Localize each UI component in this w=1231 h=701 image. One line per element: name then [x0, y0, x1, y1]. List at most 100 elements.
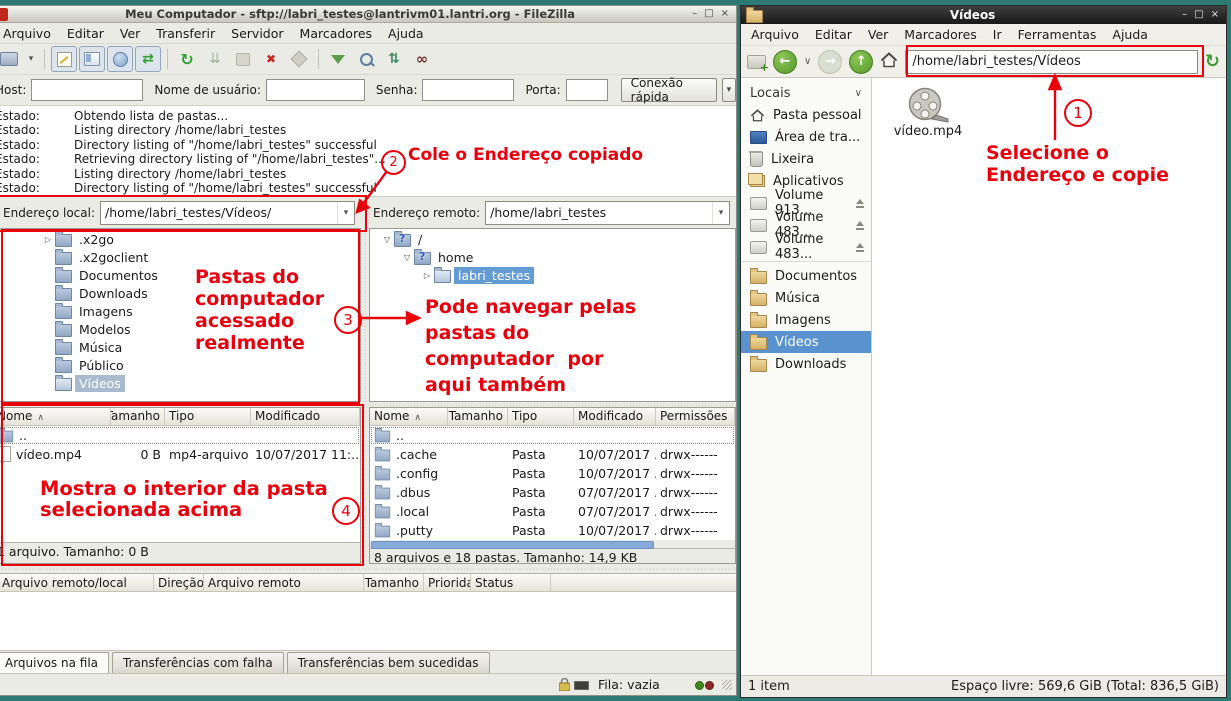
menu-editar[interactable]: Editar	[807, 25, 860, 44]
menu-ferramentas[interactable]: Ferramentas	[1010, 25, 1105, 44]
menu-arquivo[interactable]: Arquivo	[743, 25, 807, 44]
sidebar-item-pasta-pessoal[interactable]: Pasta pessoal	[741, 104, 871, 126]
menu-marcadores[interactable]: Marcadores	[292, 24, 381, 43]
password-input[interactable]	[422, 79, 514, 101]
disconnect-button[interactable]	[286, 46, 312, 72]
column-header-tipo[interactable]: Tipo	[165, 408, 251, 425]
tab-transferencias-bem-sucedidas[interactable]: Transferências bem sucedidas	[287, 652, 490, 673]
close-button[interactable]: ×	[721, 9, 729, 19]
sidebar-item-volume-483-b[interactable]: Volume 483...	[741, 236, 871, 258]
tree-item[interactable]: Música	[0, 339, 360, 357]
sidebar-item-videos[interactable]: Vídeos	[741, 331, 871, 353]
file-row[interactable]: .cache Pasta 10/07/2017 ...drwx------	[370, 445, 735, 464]
chevron-down-icon[interactable]	[712, 202, 729, 224]
home-icon[interactable]	[880, 52, 898, 72]
scrollbar-thumb[interactable]	[371, 541, 654, 549]
tree-item-selected[interactable]: ▷labri_testes	[370, 267, 735, 285]
history-dropdown-icon[interactable]	[804, 56, 811, 67]
preserve-timestamps-button[interactable]	[230, 46, 256, 72]
menu-arquivo[interactable]: Arquivo	[0, 24, 59, 43]
maximize-button[interactable]: □	[704, 9, 713, 19]
toggle-message-log-button[interactable]	[51, 46, 77, 72]
menu-marcadores[interactable]: Marcadores	[896, 25, 985, 44]
tree-item[interactable]: Documentos	[0, 267, 360, 285]
site-manager-dropdown[interactable]	[24, 48, 38, 70]
queue-column-arquivo-remoto-local[interactable]: Arquivo remoto/local	[0, 574, 154, 591]
sidebar-item-area-de-trabalho[interactable]: Área de tra...	[741, 126, 871, 148]
eject-icon[interactable]	[855, 199, 866, 208]
expand-icon[interactable]: ▷	[41, 235, 55, 244]
queue-column-status[interactable]: Status	[471, 574, 551, 591]
column-header-nome[interactable]: Nome	[370, 408, 448, 425]
tree-item[interactable]: Imagens	[0, 303, 360, 321]
file-row-parent[interactable]: ..	[370, 426, 735, 445]
back-button[interactable]	[773, 50, 797, 74]
tree-item[interactable]: .x2goclient	[0, 249, 360, 267]
queue-splitter[interactable]	[0, 564, 736, 573]
sidebar-item-documentos[interactable]: Documentos	[741, 265, 871, 287]
cancel-operation-button[interactable]	[258, 46, 284, 72]
menu-editar[interactable]: Editar	[59, 24, 112, 43]
remote-address-combo[interactable]: /home/labri_testes	[485, 201, 730, 225]
chevron-down-icon[interactable]	[337, 202, 354, 224]
file-row[interactable]: .local Pasta 07/07/2017 ...drwx------	[370, 502, 735, 521]
collapse-icon[interactable]: ▽	[400, 253, 414, 262]
expand-icon[interactable]: ▷	[420, 271, 434, 280]
file-row[interactable]: .putty Pasta 10/07/2017 ...drwx------	[370, 521, 735, 540]
find-files-button[interactable]	[409, 46, 435, 72]
port-input[interactable]	[566, 79, 608, 101]
tree-item[interactable]: ▷.x2go	[0, 231, 360, 249]
eject-icon[interactable]	[855, 221, 866, 230]
vertical-splitter[interactable]	[361, 197, 369, 564]
minimize-button[interactable]: –	[1182, 10, 1187, 20]
menu-ajuda[interactable]: Ajuda	[380, 24, 432, 43]
filter-button[interactable]	[325, 46, 351, 72]
tree-item[interactable]: ▽/	[370, 231, 735, 249]
sidebar-item-lixeira[interactable]: Lixeira	[741, 148, 871, 170]
file-view[interactable]: vídeo.mp4	[872, 78, 1226, 675]
tree-item[interactable]: Downloads	[0, 285, 360, 303]
refresh-icon[interactable]	[1205, 51, 1220, 72]
queue-column-prioridade[interactable]: Prioridade	[424, 574, 471, 591]
collapse-icon[interactable]: ▽	[380, 235, 394, 244]
new-tab-icon[interactable]	[747, 55, 766, 69]
process-queue-button[interactable]	[202, 46, 228, 72]
forward-button[interactable]	[818, 50, 842, 74]
column-header-modificado[interactable]: Modificado	[574, 408, 656, 425]
file-row[interactable]: .config Pasta 10/07/2017 ...drwx------	[370, 464, 735, 483]
quickconnect-dropdown[interactable]	[722, 78, 736, 102]
menu-ver[interactable]: Ver	[112, 24, 148, 43]
queue-column-arquivo-remoto[interactable]: Arquivo remoto	[204, 574, 364, 591]
sidebar-header[interactable]: Locais	[741, 82, 871, 104]
filezilla-titlebar[interactable]: Meu Computador - sftp://labri_testes@lan…	[0, 6, 736, 23]
tree-item[interactable]: Público	[0, 357, 360, 375]
sidebar-item-downloads[interactable]: Downloads	[741, 353, 871, 375]
path-input[interactable]	[905, 50, 1198, 74]
toggle-remote-tree-button[interactable]	[107, 46, 133, 72]
host-input[interactable]	[31, 79, 143, 101]
sidebar-item-musica[interactable]: Música	[741, 287, 871, 309]
tab-transferencias-com-falha[interactable]: Transferências com falha	[112, 652, 284, 673]
horizontal-scrollbar[interactable]	[370, 540, 735, 548]
column-header-tamanho[interactable]: Tamanho	[448, 408, 508, 425]
maximize-button[interactable]: □	[1194, 10, 1203, 20]
minimize-button[interactable]: –	[692, 9, 697, 19]
queue-column-tamanho[interactable]: Tamanho	[364, 574, 424, 591]
close-button[interactable]: ×	[1211, 10, 1219, 20]
tree-item[interactable]: ▽home	[370, 249, 735, 267]
menu-ir[interactable]: Ir	[985, 25, 1010, 44]
column-header-permissoes[interactable]: Permissões	[656, 408, 735, 425]
toggle-local-tree-button[interactable]	[79, 46, 105, 72]
column-header-nome[interactable]: Nome	[0, 408, 111, 425]
file-video-mp4[interactable]: vídeo.mp4	[880, 86, 976, 139]
tab-arquivos-na-fila[interactable]: Arquivos na fila	[0, 652, 109, 673]
up-button[interactable]	[849, 50, 873, 74]
queue-column-direcao[interactable]: Direção	[154, 574, 204, 591]
local-address-combo[interactable]: /home/labri_testes/Vídeos/	[100, 201, 355, 225]
compare-button[interactable]	[353, 46, 379, 72]
menu-servidor[interactable]: Servidor	[223, 24, 291, 43]
quickconnect-button[interactable]: Conexão rápida	[621, 78, 717, 102]
username-input[interactable]	[266, 79, 365, 101]
file-row[interactable]: vídeo.mp4 0 B mp4-arquivo 10/07/2017 11:…	[0, 445, 360, 464]
file-row[interactable]: .dbus Pasta 07/07/2017 ...drwx------	[370, 483, 735, 502]
